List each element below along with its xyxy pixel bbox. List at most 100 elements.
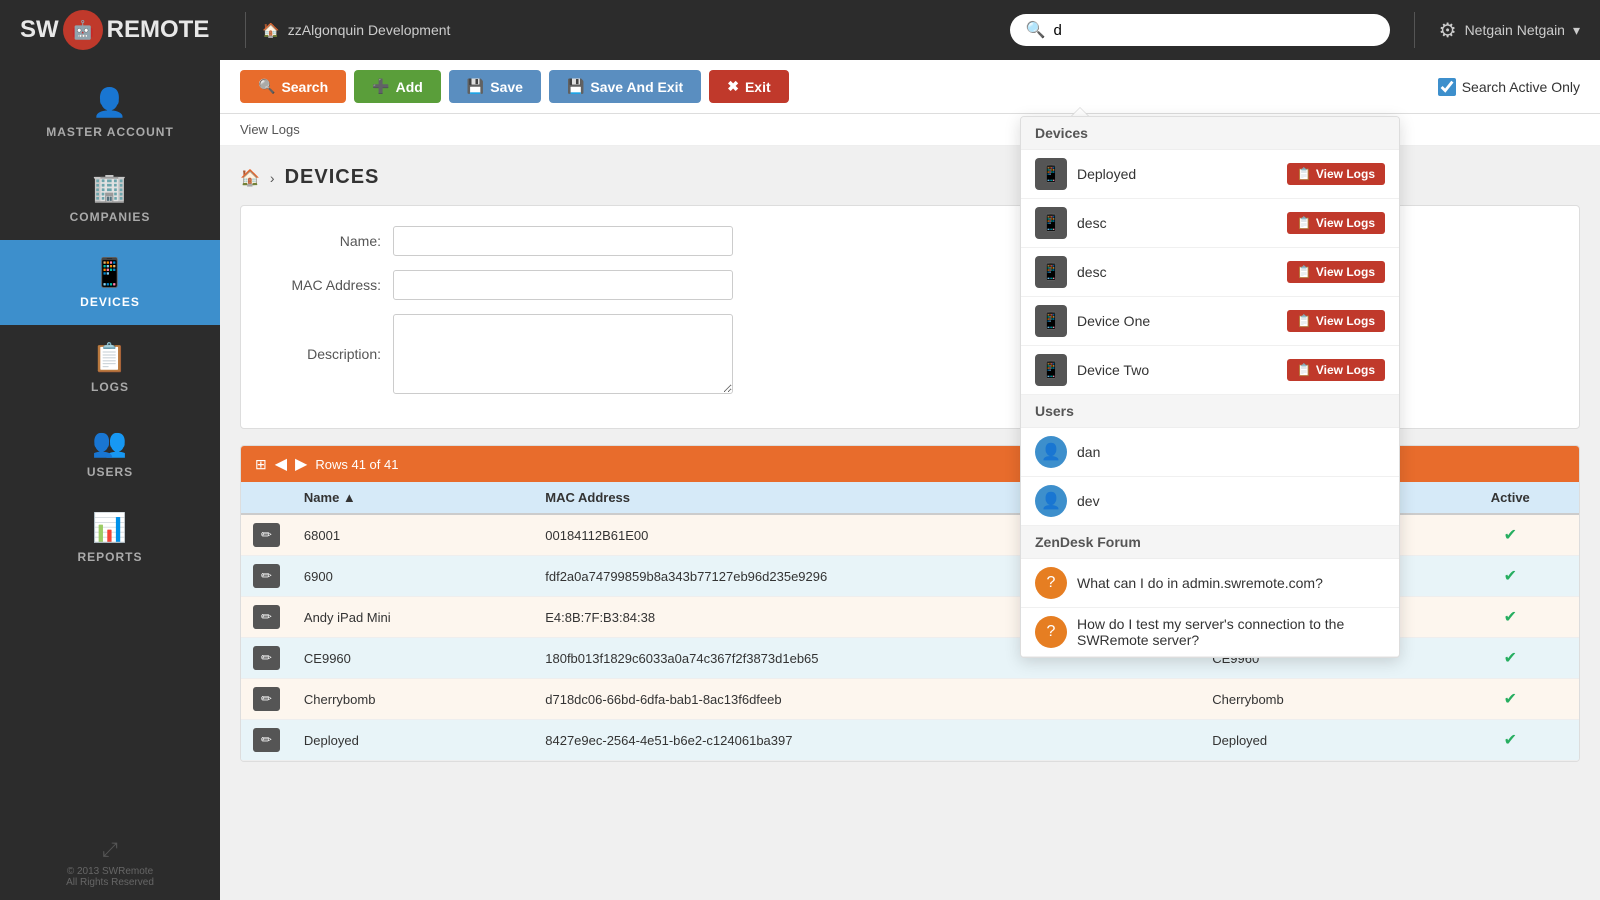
save-and-exit-button[interactable]: 💾 Save And Exit bbox=[549, 70, 701, 103]
cell-name-2: Andy iPad Mini bbox=[292, 597, 533, 638]
top-divider-2 bbox=[1414, 12, 1415, 48]
col-name[interactable]: Name ▲ bbox=[292, 482, 533, 514]
companies-icon: 🏢 bbox=[92, 171, 128, 204]
dropdown-zendesk-1[interactable]: ? How do I test my server's connection t… bbox=[1021, 608, 1399, 657]
sidebar-label-master-account: MASTER ACCOUNT bbox=[46, 125, 174, 139]
content-area: 🔍 Search ➕ Add 💾 Save 💾 Save And Exit ✖ … bbox=[220, 60, 1600, 900]
active-icon-0: ✔ bbox=[1504, 527, 1517, 544]
edit-btn-5[interactable]: ✏ bbox=[253, 728, 280, 752]
search-icon: 🔍 bbox=[1026, 20, 1046, 40]
copyright: © 2013 SWRemote bbox=[66, 866, 154, 877]
table-prev-icon[interactable]: ◀ bbox=[275, 454, 287, 474]
dropdown-device-4[interactable]: 📱 Device Two 📋 View Logs bbox=[1021, 346, 1399, 395]
search-active-text: Search Active Only bbox=[1462, 79, 1580, 95]
logs-icon: 📋 bbox=[92, 341, 128, 374]
sidebar-label-devices: DEVICES bbox=[80, 295, 140, 309]
users-icon: 👥 bbox=[92, 426, 128, 459]
global-search-input[interactable] bbox=[1054, 22, 1374, 39]
dropdown-device-1[interactable]: 📱 desc 📋 View Logs bbox=[1021, 199, 1399, 248]
gear-icon: ⚙ bbox=[1439, 18, 1457, 43]
log-icon-3: 📋 bbox=[1297, 314, 1312, 328]
save-btn-icon: 💾 bbox=[467, 78, 484, 95]
table-rows-info: Rows 41 of 41 bbox=[315, 457, 398, 472]
zendesk-question-1: How do I test my server's connection to … bbox=[1077, 616, 1385, 648]
cell-name-3: CE9960 bbox=[292, 638, 533, 679]
devices-icon: 📱 bbox=[92, 256, 128, 289]
device-name-2: desc bbox=[1077, 264, 1277, 280]
active-icon-3: ✔ bbox=[1504, 650, 1517, 667]
edit-btn-2[interactable]: ✏ bbox=[253, 605, 280, 629]
active-icon-1: ✔ bbox=[1504, 568, 1517, 585]
sidebar-item-users[interactable]: 👥 USERS bbox=[0, 410, 220, 495]
sidebar: 👤 MASTER ACCOUNT 🏢 COMPANIES 📱 DEVICES 📋… bbox=[0, 60, 220, 900]
table-row: ✏ Deployed 8427e9ec-2564-4e51-b6e2-c1240… bbox=[241, 720, 1579, 761]
sidebar-item-devices[interactable]: 📱 DEVICES bbox=[0, 240, 220, 325]
device-icon-2: 📱 bbox=[1035, 256, 1067, 288]
logo-remote: REMOTE bbox=[107, 16, 210, 44]
mac-label: MAC Address: bbox=[271, 277, 381, 293]
log-icon-4: 📋 bbox=[1297, 363, 1312, 377]
log-icon-1: 📋 bbox=[1297, 216, 1312, 230]
sidebar-item-reports[interactable]: 📊 REPORTS bbox=[0, 495, 220, 580]
cell-name-0: 68001 bbox=[292, 514, 533, 556]
edit-btn-0[interactable]: ✏ bbox=[253, 523, 280, 547]
user-area[interactable]: ⚙ Netgain Netgain ▾ bbox=[1439, 18, 1580, 43]
edit-btn-1[interactable]: ✏ bbox=[253, 564, 280, 588]
dropdown-zendesk-header: ZenDesk Forum bbox=[1021, 526, 1399, 559]
expand-icon[interactable]: ⤢ bbox=[66, 839, 154, 862]
cell-mac-5: 8427e9ec-2564-4e51-b6e2-c124061ba397 bbox=[533, 720, 1200, 761]
search-btn-label: Search bbox=[281, 79, 328, 95]
sidebar-item-logs[interactable]: 📋 LOGS bbox=[0, 325, 220, 410]
save-button[interactable]: 💾 Save bbox=[449, 70, 541, 103]
col-active: Active bbox=[1442, 482, 1579, 514]
dropdown-zendesk-0[interactable]: ? What can I do in admin.swremote.com? bbox=[1021, 559, 1399, 608]
company-name: zzAlgonquin Development bbox=[288, 22, 451, 38]
user-avatar-1: 👤 bbox=[1035, 485, 1067, 517]
search-active-checkbox[interactable] bbox=[1438, 78, 1456, 96]
dropdown-user-0[interactable]: 👤 dan bbox=[1021, 428, 1399, 477]
table-export-icon[interactable]: ⊞ bbox=[255, 456, 267, 473]
edit-btn-3[interactable]: ✏ bbox=[253, 646, 280, 670]
cell-label-5: Deployed bbox=[1200, 720, 1441, 761]
save-exit-btn-icon: 💾 bbox=[567, 78, 584, 95]
master-account-icon: 👤 bbox=[92, 86, 128, 119]
search-active-label[interactable]: Search Active Only bbox=[1438, 78, 1580, 96]
view-logs-btn-2[interactable]: 📋 View Logs bbox=[1287, 261, 1385, 283]
sidebar-item-companies[interactable]: 🏢 COMPANIES bbox=[0, 155, 220, 240]
add-button[interactable]: ➕ Add bbox=[354, 70, 441, 103]
name-label: Name: bbox=[271, 233, 381, 249]
page-title: DEVICES bbox=[285, 166, 380, 189]
exit-btn-icon: ✖ bbox=[727, 78, 739, 95]
table-row: ✏ Cherrybomb d718dc06-66bd-6dfa-bab1-8ac… bbox=[241, 679, 1579, 720]
zendesk-icon-0: ? bbox=[1035, 567, 1067, 599]
name-input[interactable] bbox=[393, 226, 733, 256]
dropdown-device-2[interactable]: 📱 desc 📋 View Logs bbox=[1021, 248, 1399, 297]
company-nav[interactable]: 🏠 zzAlgonquin Development bbox=[262, 22, 450, 39]
mac-input[interactable] bbox=[393, 270, 733, 300]
device-icon-4: 📱 bbox=[1035, 354, 1067, 386]
dropdown-device-3[interactable]: 📱 Device One 📋 View Logs bbox=[1021, 297, 1399, 346]
edit-btn-4[interactable]: ✏ bbox=[253, 687, 280, 711]
exit-button[interactable]: ✖ Exit bbox=[709, 70, 788, 103]
zendesk-question-0: What can I do in admin.swremote.com? bbox=[1077, 575, 1385, 591]
search-button[interactable]: 🔍 Search bbox=[240, 70, 346, 103]
dropdown-device-0[interactable]: 📱 Deployed 📋 View Logs bbox=[1021, 150, 1399, 199]
log-icon-0: 📋 bbox=[1297, 167, 1312, 181]
add-btn-label: Add bbox=[396, 79, 423, 95]
home-icon: 🏠 bbox=[262, 22, 279, 39]
view-logs-btn-0[interactable]: 📋 View Logs bbox=[1287, 163, 1385, 185]
view-logs-btn-3[interactable]: 📋 View Logs bbox=[1287, 310, 1385, 332]
log-icon-2: 📋 bbox=[1297, 265, 1312, 279]
user-name-0: dan bbox=[1077, 444, 1385, 460]
save-exit-btn-label: Save And Exit bbox=[590, 79, 683, 95]
top-divider-1 bbox=[245, 12, 246, 48]
view-logs-btn-4[interactable]: 📋 View Logs bbox=[1287, 359, 1385, 381]
device-icon-3: 📱 bbox=[1035, 305, 1067, 337]
table-next-icon[interactable]: ▶ bbox=[295, 454, 307, 474]
sidebar-item-master-account[interactable]: 👤 MASTER ACCOUNT bbox=[0, 70, 220, 155]
col-edit bbox=[241, 482, 292, 514]
dropdown-user-1[interactable]: 👤 dev bbox=[1021, 477, 1399, 526]
desc-textarea[interactable] bbox=[393, 314, 733, 394]
view-logs-btn-1[interactable]: 📋 View Logs bbox=[1287, 212, 1385, 234]
cell-mac-4: d718dc06-66bd-6dfa-bab1-8ac13f6dfeeb bbox=[533, 679, 1200, 720]
